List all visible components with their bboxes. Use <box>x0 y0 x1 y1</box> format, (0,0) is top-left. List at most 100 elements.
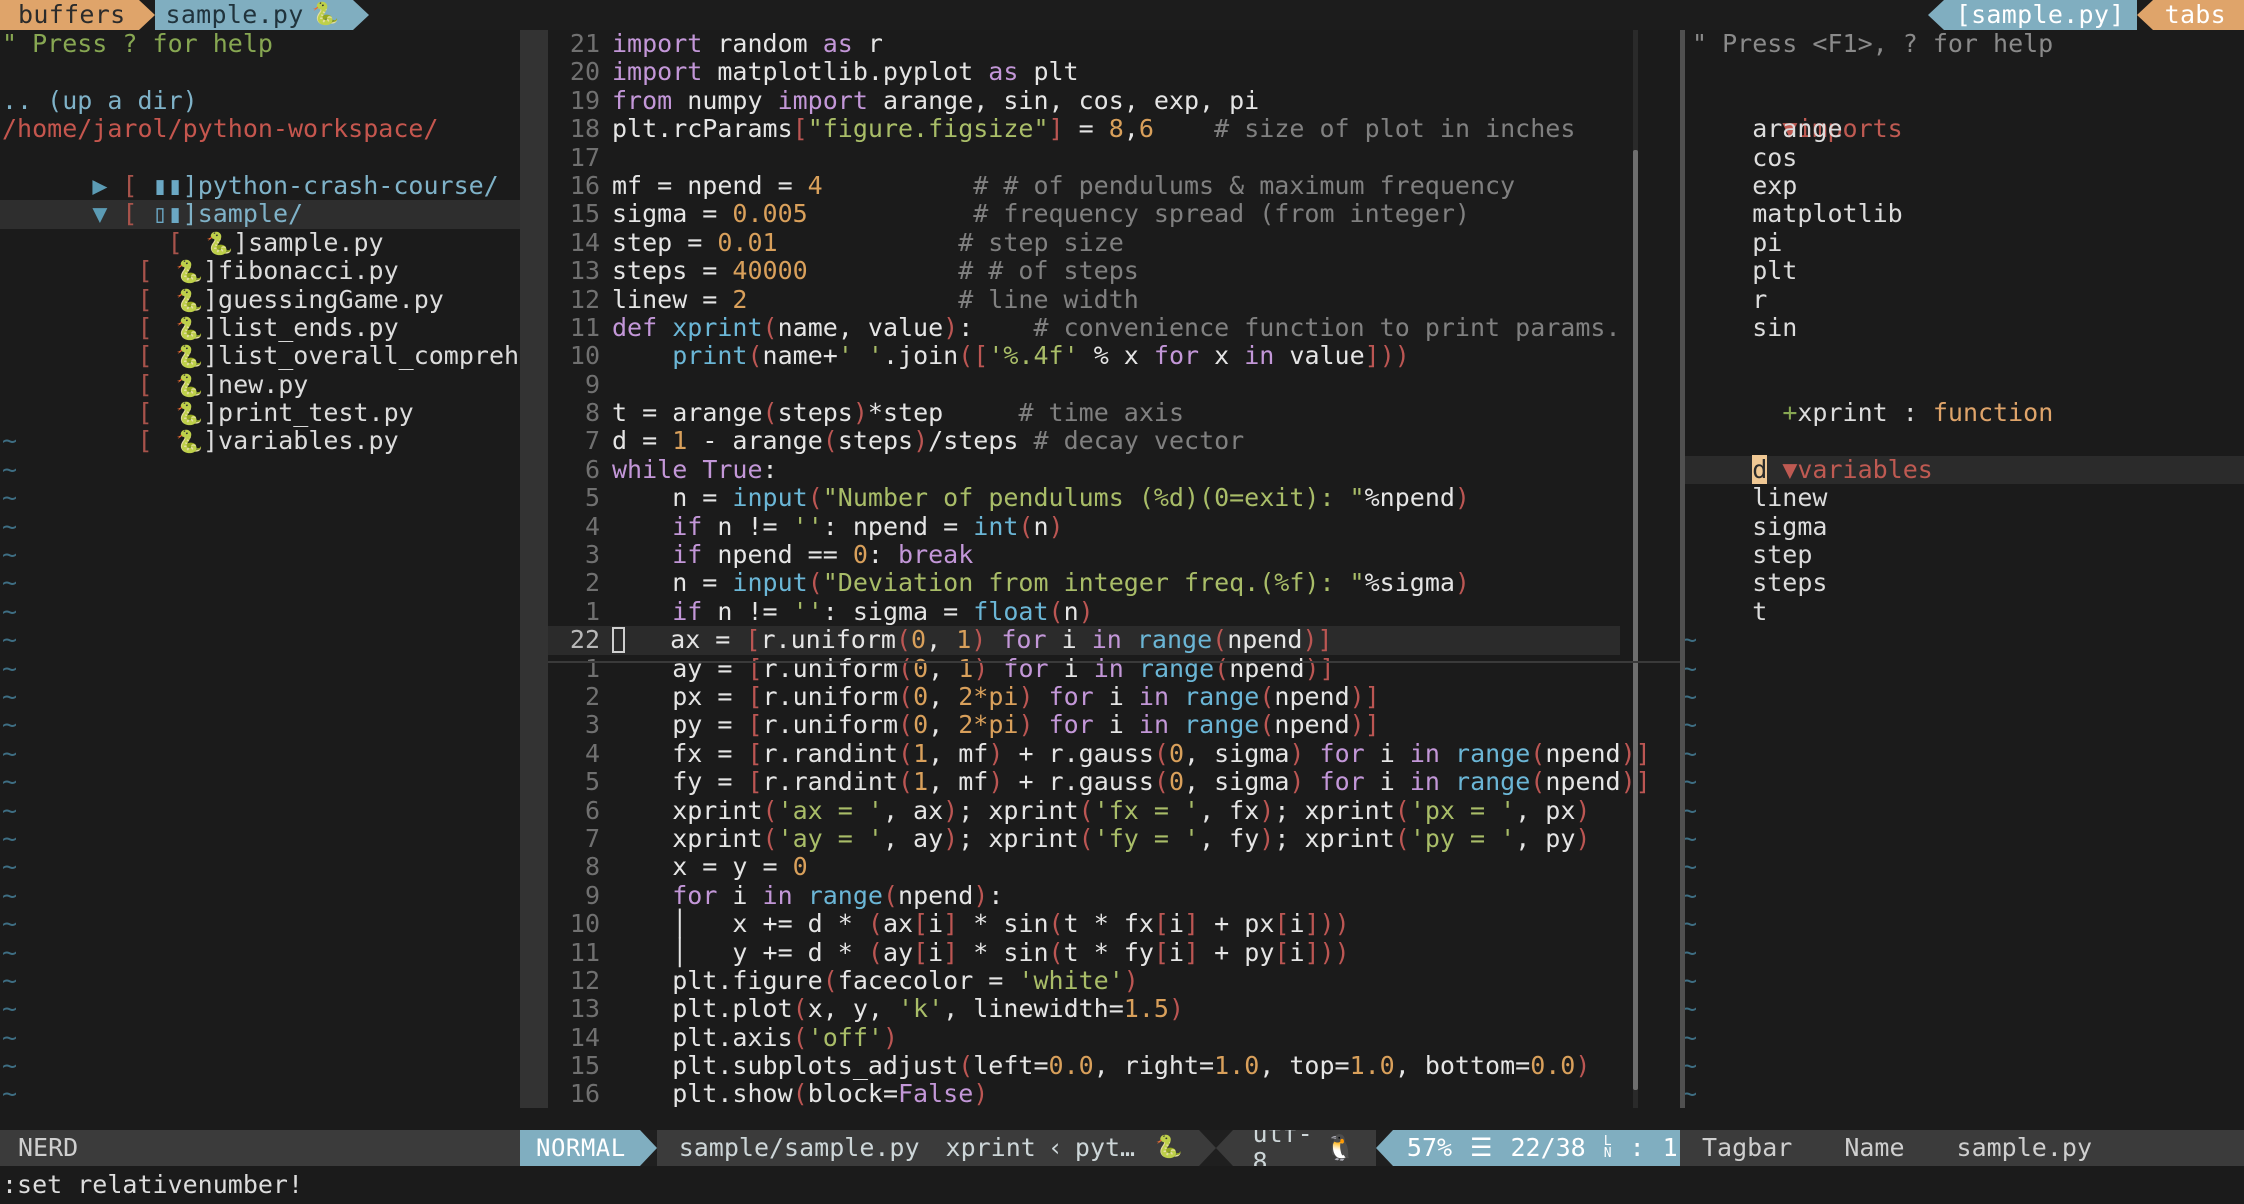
nerdtree-dir-label[interactable]: ]python-crash-course/ <box>183 171 499 200</box>
nerdtree-dir-label[interactable]: ]sample/ <box>183 199 303 228</box>
code-lines-container[interactable]: 21 import random as r 20 import matplotlib.… <box>548 30 1651 1108</box>
code-line[interactable]: 9 for i in range(npend): <box>548 881 1620 910</box>
code-line[interactable]: 4 if n != '': npend = int(n) <box>548 511 1620 541</box>
code-token: ( <box>895 625 912 655</box>
code-line[interactable]: 9 <box>548 370 1620 399</box>
code-line[interactable]: 10 │ x += d * (ax[i] * sin(t * fx[i] + p… <box>548 909 1620 939</box>
nerdtree-dir-row[interactable]: ▶ [ ▮▮]python-crash-course/ <box>0 144 520 199</box>
line-number: 8 <box>584 398 600 428</box>
code-line[interactable]: 21 import random as r <box>548 30 1620 58</box>
tab-buffer-sample-py[interactable]: sample.py 🐍 <box>155 0 354 30</box>
code-token: ay = <box>612 653 748 683</box>
code-line[interactable]: 15 plt.subplots_adjust(left=0.0, right=1… <box>548 1051 1620 1080</box>
tagbar-variable-item[interactable]: steps <box>1680 569 2244 598</box>
code-line[interactable]: 14 plt.axis('off') <box>548 1023 1620 1052</box>
tagbar-variable-item[interactable]: step <box>1680 540 2244 569</box>
tab-buffers[interactable]: buffers <box>0 0 140 30</box>
code-line[interactable]: 8 t = arange(steps)*step # time axis <box>548 398 1620 428</box>
code-line[interactable]: 6 while True: <box>548 455 1620 484</box>
code-line[interactable]: 20 import matplotlib.pyplot as plt <box>548 57 1620 86</box>
code-line[interactable]: 16 plt.show(block=False) <box>548 1080 1620 1108</box>
code-line[interactable]: 7 d = 1 - arange(steps)/steps # decay vec… <box>548 426 1620 456</box>
nerdtree-file-label[interactable]: ]variables.py <box>203 426 399 455</box>
code-token: in <box>1091 625 1122 655</box>
tagbar-variables-list[interactable]: d linew sigma step steps t <box>1680 454 2244 626</box>
tagbar-section-imports[interactable]: ▼imports <box>1680 87 2244 142</box>
code-token: n <box>1033 511 1049 541</box>
code-line[interactable]: 5 n = input("Number of pendulums (%d)(0=… <box>548 483 1620 512</box>
code-line[interactable]: 12 plt.figure(facecolor = 'white') <box>548 965 1620 995</box>
code-line[interactable]: 2 px = [r.uniform(0, 2*pi) for i in rang… <box>548 681 1620 711</box>
code-text: ay = [r.uniform(0, 1) for i in range(npe… <box>612 653 1620 683</box>
code-line[interactable]: 1 if n != '': sigma = float(n) <box>548 597 1620 626</box>
code-token: + px <box>1199 909 1275 939</box>
chevron-down-icon[interactable]: ▼ <box>1782 455 1797 484</box>
code-line[interactable]: 19 from numpy import arange, sin, cos, ex… <box>548 86 1620 115</box>
code-line[interactable]: 15 sigma = 0.005 # frequency spread (from… <box>548 199 1620 228</box>
code-editor[interactable]: 21 import random as r 20 import matplotlib.… <box>520 30 1680 1108</box>
nerdtree-file-label[interactable]: ]guessingGame.py <box>203 285 444 314</box>
tagbar-import-item[interactable]: exp <box>1680 171 2244 200</box>
code-token: 'white' <box>1018 965 1124 995</box>
code-line[interactable]: 14 step = 0.01 # step size <box>548 228 1620 257</box>
nerdtree-up-a-dir[interactable]: .. (up a dir) <box>0 86 520 115</box>
code-line[interactable]: 5 fy = [r.randint(1, mf) + r.gauss(0, si… <box>548 767 1651 796</box>
code-line[interactable]: 4 fx = [r.randint(1, mf) + r.gauss(0, si… <box>548 739 1651 768</box>
editor-code-area[interactable]: 21 import random as r 20 import matplotlib.… <box>548 30 1651 1108</box>
tab-right-file[interactable]: [sample.py] <box>1943 0 2137 30</box>
tagbar-import-item[interactable]: pi <box>1680 228 2244 257</box>
tagbar-function-entry[interactable]: +xprint : function <box>1680 371 2244 426</box>
nerdtree-file-label[interactable]: ]list_ends.py <box>203 313 399 342</box>
code-line[interactable]: 12 linew = 2 # line width <box>548 285 1620 314</box>
code-line[interactable]: 10 print(name+' '.join(['%.4f' % x for x… <box>548 341 1620 371</box>
code-line[interactable]: 1 ay = [r.uniform(0, 1) for i in range(n… <box>548 653 1620 683</box>
code-line[interactable]: 13 steps = 40000 # # of steps <box>548 256 1620 285</box>
code-line[interactable]: 8 x = y = 0 <box>548 852 1620 881</box>
code-line[interactable]: 2 n = input("Deviation from integer freq… <box>548 569 1620 598</box>
tagbar-import-item[interactable]: sin <box>1680 313 2244 342</box>
chevron-down-icon[interactable]: ▼ <box>92 199 107 228</box>
tagbar-import-item[interactable]: r <box>1680 285 2244 314</box>
nerdtree-file-label[interactable]: ]list_overall_comprehensions.py <box>203 341 520 370</box>
tagbar-import-item[interactable]: arange <box>1680 114 2244 143</box>
tagbar-panel[interactable]: " Press <F1>, ? for help ▼imports arange… <box>1680 30 2244 1108</box>
tagbar-function-name[interactable]: xprint <box>1797 398 1887 427</box>
code-line[interactable]: 17 <box>548 143 1620 172</box>
code-token: 0 <box>913 681 929 711</box>
chevron-right-icon[interactable]: ▶ <box>92 171 107 200</box>
tagbar-variable-item[interactable]: t <box>1680 597 2244 626</box>
code-token: # decay vector <box>1033 426 1245 456</box>
code-line[interactable]: 7 xprint('ay = ', ay); xprint('fy = ', f… <box>548 824 1620 853</box>
nerdtree-file-label[interactable]: ]fibonacci.py <box>203 256 399 285</box>
nerdtree-panel[interactable]: " Press ? for help .. (up a dir) /home/j… <box>0 30 520 1108</box>
tab-tabs-button[interactable]: tabs <box>2152 0 2244 30</box>
code-line[interactable]: 13 plt.plot(x, y, 'k', linewidth=1.5) <box>548 994 1620 1023</box>
code-line[interactable]: 3 py = [r.uniform(0, 2*pi) for i in rang… <box>548 710 1620 739</box>
tagbar-section-variables[interactable]: ▼variables <box>1680 427 2244 483</box>
tagbar-import-item[interactable]: plt <box>1680 256 2244 285</box>
tagbar-function-kind: function <box>1932 398 2054 428</box>
tagbar-import-item[interactable]: matplotlib <box>1680 199 2244 228</box>
expand-plus-icon[interactable]: + <box>1782 398 1797 427</box>
code-line[interactable]: 11 def xprint(name, value): # convenience… <box>548 313 1621 342</box>
code-line[interactable]: 6 xprint('ax = ', ax); xprint('fx = ', f… <box>548 796 1620 825</box>
command-line[interactable]: :set relativenumber! <box>0 1166 2244 1204</box>
nerdtree-file-label[interactable]: ]sample.py <box>233 228 384 257</box>
code-line[interactable]: 16 mf = npend = 4 # # of pendulums & maxi… <box>548 171 1620 200</box>
tagbar-variable-item-selected[interactable]: d <box>1680 454 2244 485</box>
code-token: name+ <box>762 341 838 371</box>
tagbar-variable-item[interactable]: linew <box>1680 483 2244 512</box>
code-line-current[interactable]: 22 ax = [r.uniform(0, 1) for i in range(… <box>548 625 1620 655</box>
tagbar-import-item[interactable]: cos <box>1680 143 2244 172</box>
nerdtree-file-label[interactable]: ]new.py <box>203 370 308 399</box>
nerdtree-file-label[interactable]: ]print_test.py <box>203 398 414 427</box>
code-line[interactable]: 11 │ y += d * (ay[i] * sin(t * fy[i] + p… <box>548 938 1620 967</box>
code-token: ) <box>852 398 868 428</box>
status-arrow-mode-icon <box>639 1130 657 1166</box>
code-line[interactable]: 3 if npend == 0: break <box>548 540 1620 569</box>
tagbar-imports-list[interactable]: arange cos exp matplotlib pi plt r sin <box>1680 114 2244 342</box>
editor-scrollbar-thumb[interactable] <box>1633 150 1638 1090</box>
code-line[interactable]: 18 plt.rcParams["figure.figsize"] = 8,6 #… <box>548 114 1620 143</box>
tagbar-variable-item[interactable]: sigma <box>1680 512 2244 541</box>
